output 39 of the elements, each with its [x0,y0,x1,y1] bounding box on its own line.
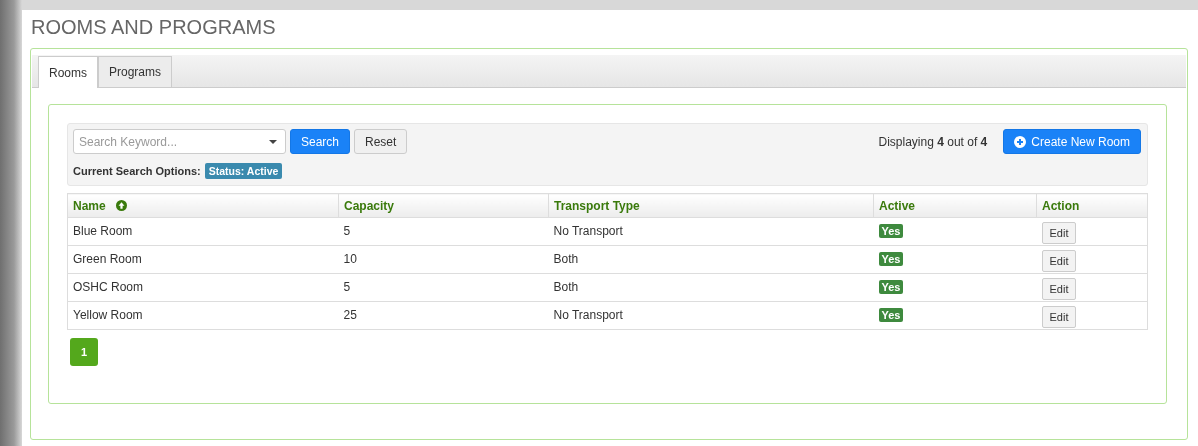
result-count: Displaying 4 out of 4 [878,135,988,149]
status-badge: Yes [878,308,904,322]
tab[interactable]: Programs [98,56,173,87]
table-cell: Yellow Room [67,301,339,330]
table-cell: No Transport [548,301,874,330]
table-cell: Both [548,273,874,302]
tab[interactable]: Rooms [38,56,98,88]
edit-button[interactable]: Edit [1041,306,1077,328]
edit-button[interactable]: Edit [1041,222,1077,244]
status-badge: Yes [878,280,904,294]
table-cell: 5 [338,217,549,246]
plus-circle-icon [1014,135,1027,148]
column-header[interactable]: Name [67,193,339,218]
table-cell: No Transport [548,217,874,246]
page-title: ROOMS AND PROGRAMS [31,16,277,39]
table-cell: Blue Room [67,217,339,246]
search-field[interactable]: Search Keyword... [73,129,286,154]
table-cell: Both [548,245,874,274]
reset-button[interactable]: Reset [354,129,408,154]
table-cell: 10 [338,245,549,274]
status-badge: Yes [878,224,904,238]
search-button[interactable]: Search [290,129,351,154]
column-header[interactable]: Active [873,193,1037,218]
column-header[interactable]: Action [1036,193,1148,218]
edit-button[interactable]: Edit [1041,250,1077,272]
create-room-button[interactable]: Create New Room [1003,129,1141,154]
table-cell: 25 [338,301,549,330]
edit-button[interactable]: Edit [1041,278,1077,300]
caret-icon[interactable] [269,140,277,144]
table-cell: OSHC Room [67,273,339,302]
filter-tag: Status: Active [204,163,283,179]
page-button[interactable]: 1 [70,338,98,366]
table-cell: Green Room [67,245,339,274]
table-cell: 5 [338,273,549,302]
sort-up-icon[interactable] [115,200,127,211]
status-badge: Yes [878,252,904,266]
column-header[interactable]: Transport Type [548,193,874,218]
search-options-label: Current Search Options: [73,165,201,177]
column-header[interactable]: Capacity [338,193,549,218]
